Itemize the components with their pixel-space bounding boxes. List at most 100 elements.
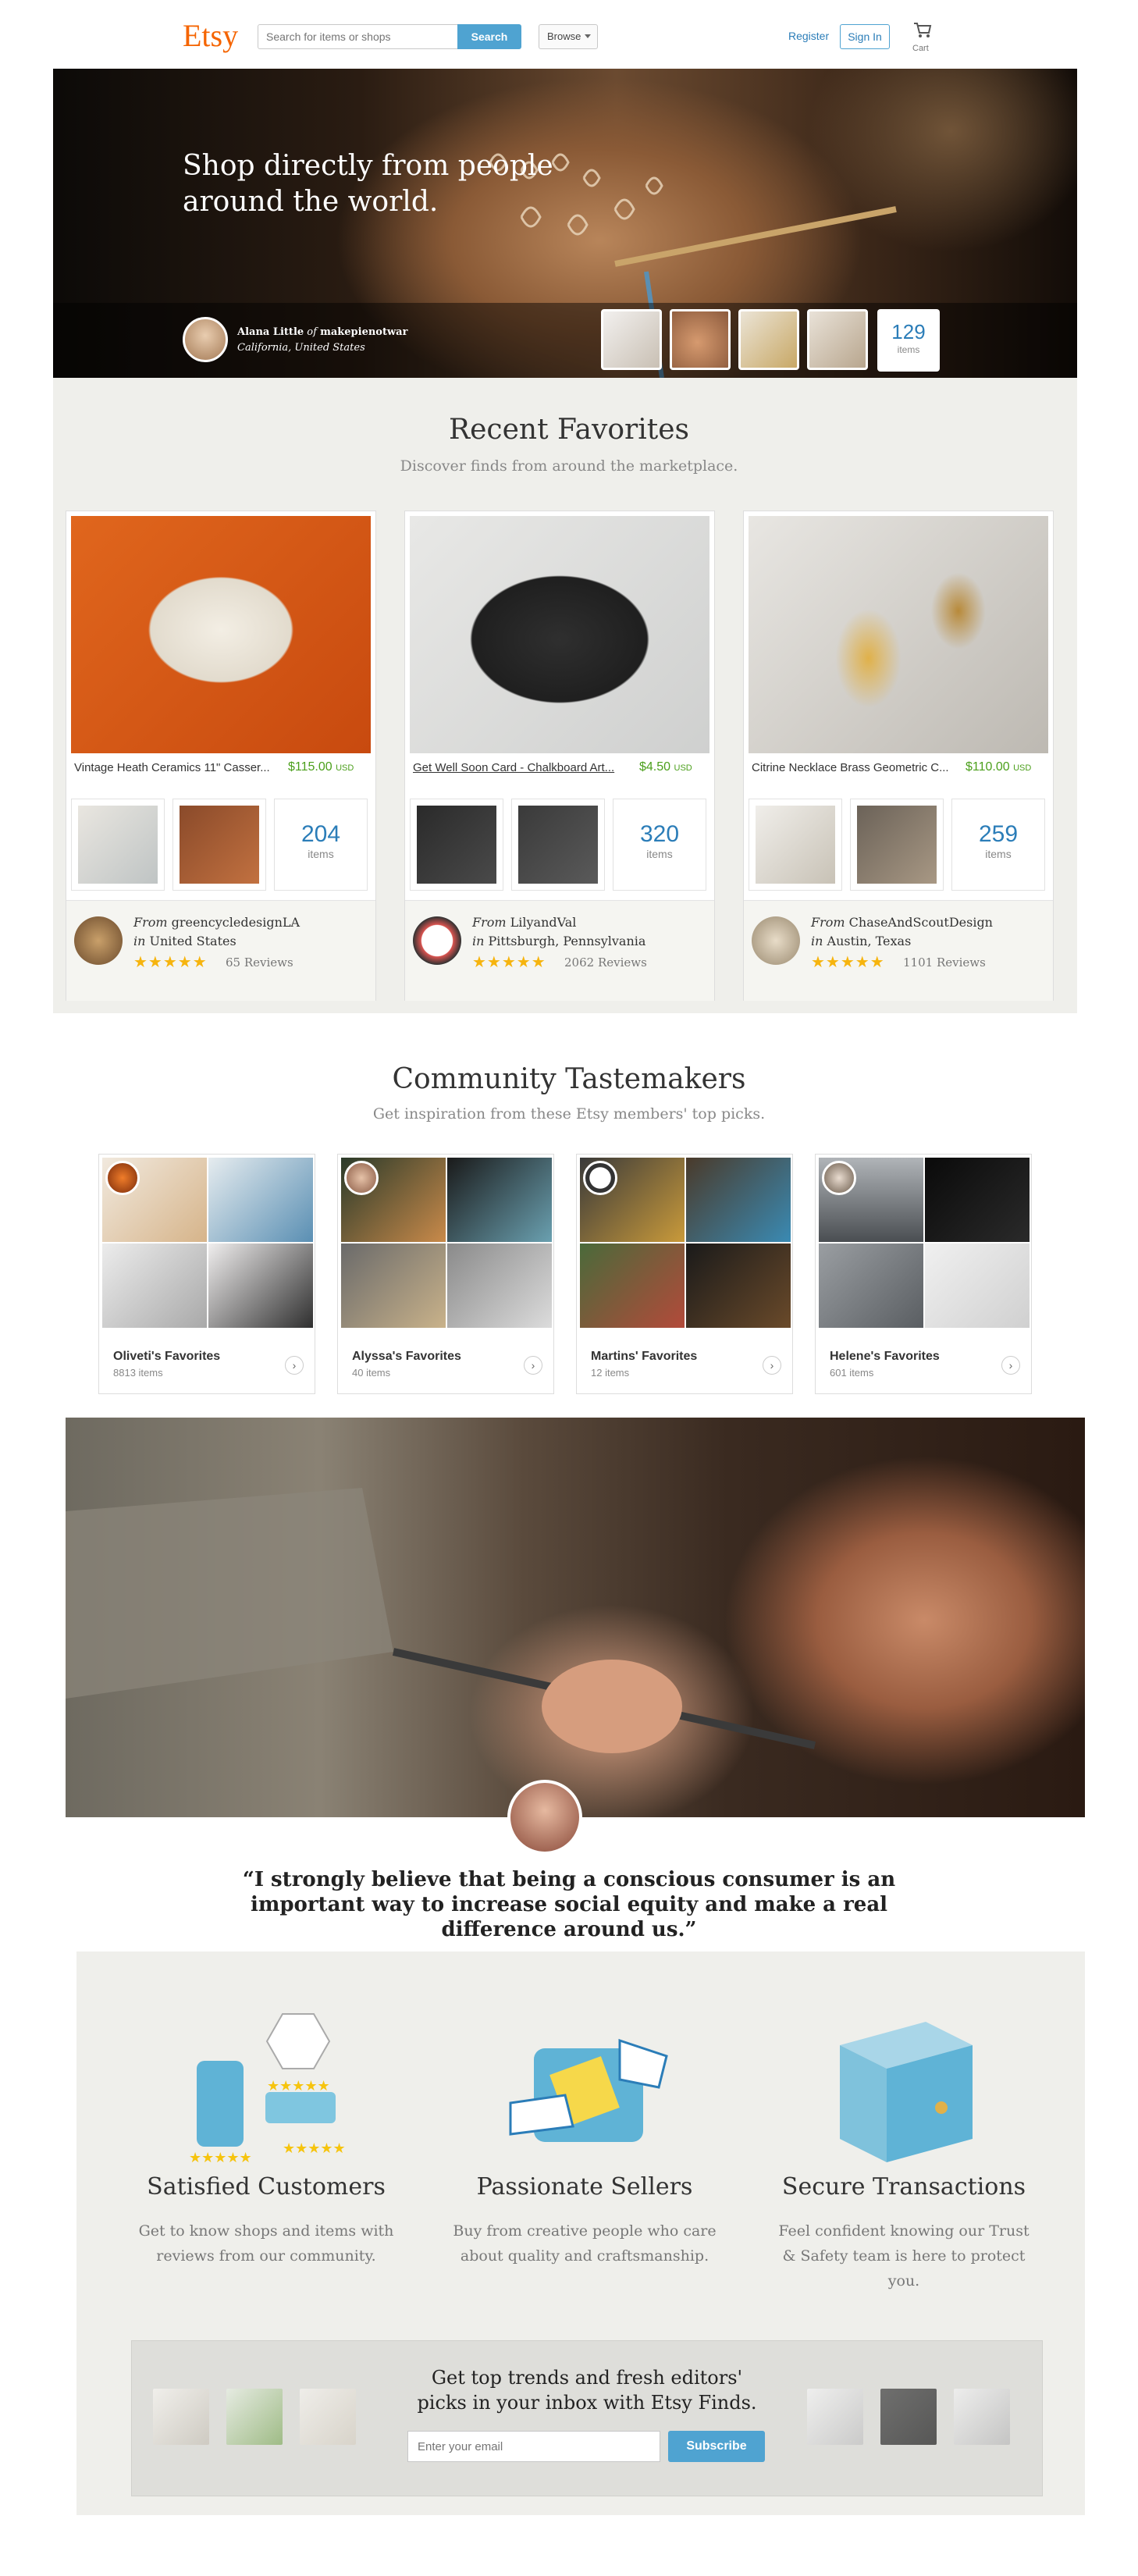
items-count-label: items [985,848,1012,860]
from-label: From [133,915,168,930]
price-value: $4.50 [639,760,671,774]
hero-item-thumb[interactable] [807,309,868,370]
tastemaker-avatar [583,1161,617,1195]
shop-item-thumb[interactable] [850,799,944,891]
shop-from: From LilyandVal [472,915,576,930]
sign-in-button[interactable]: Sign In [840,24,890,49]
svg-text:★★★★★: ★★★★★ [283,2140,346,2157]
seller-story-image [66,1418,1085,1817]
item-image[interactable] [71,516,371,753]
items-count-label: items [308,848,334,860]
value-prop-desc: Get to know shops and items with reviews… [138,2222,394,2265]
hero-seller-location: California, United States [237,342,365,354]
cart-icon[interactable] [913,22,932,39]
shop-item-thumb[interactable] [71,799,165,891]
item-title[interactable]: Citrine Necklace Brass Geometric C... [752,761,962,774]
chevron-right-icon[interactable]: › [524,1356,542,1375]
subscribe-button[interactable]: Subscribe [668,2431,765,2462]
reviews-count[interactable]: 1101 Reviews [903,955,986,970]
hero-items-count[interactable]: 129 items [877,309,940,372]
etsy-logo[interactable]: Etsy [183,17,238,54]
newsletter-title-text: Get top trends and fresh editors' picks … [417,2367,757,2414]
tastemaker-name: Alyssa's Favorites [352,1350,461,1363]
price-currency: USD [1013,763,1032,773]
items-count-number: 320 [639,821,680,847]
tastemaker-card[interactable]: Oliveti's Favorites 8813 items › [98,1154,315,1394]
shop-item-thumb[interactable] [511,799,605,891]
seller-shop-link[interactable]: makepienotwar [320,326,407,338]
shop-name-link[interactable]: ChaseAndScoutDesign [849,915,993,930]
shop-name-link[interactable]: greencycledesignLA [172,915,300,930]
favorite-card: Get Well Soon Card - Chalkboard Art... $… [404,511,715,1001]
from-label: From [811,915,845,930]
search-button[interactable]: Search [457,24,521,49]
search-input[interactable] [258,24,459,49]
hero-item-thumb[interactable] [738,309,799,370]
item-price: $115.00 USD [288,760,354,774]
shop-items-count[interactable]: 259 items [951,799,1045,891]
reviews-count[interactable]: 65 Reviews [226,955,293,970]
location-text: United States [149,934,236,948]
shop-avatar[interactable] [752,916,800,965]
location-text: Austin, Texas [827,934,912,948]
chevron-right-icon[interactable]: › [285,1356,304,1375]
shop-location: in Pittsburgh, Pennsylvania [472,934,645,948]
items-count-number: 204 [301,821,341,847]
shop-item-thumb[interactable] [749,799,842,891]
price-value: $115.00 [288,760,333,774]
shop-location: in Austin, Texas [811,934,911,948]
chevron-right-icon[interactable]: › [1001,1356,1020,1375]
shop-item-thumb[interactable] [172,799,266,891]
shop-name-link[interactable]: LilyandVal [510,915,577,930]
tastemaker-card[interactable]: Helene's Favorites 601 items › [815,1154,1032,1394]
seller-name[interactable]: Alana Little [237,326,304,338]
item-image[interactable] [410,516,709,753]
favorite-card: Citrine Necklace Brass Geometric C... $1… [743,511,1054,1001]
shop-items-count[interactable]: 204 items [274,799,368,891]
tastemaker-name: Martins' Favorites [591,1350,698,1363]
item-title[interactable]: Vintage Heath Ceramics 11" Casser... [74,761,285,774]
in-label: in [472,934,485,948]
value-prop-desc: Feel confident knowing our Trust & Safet… [778,2222,1030,2290]
item-price: $110.00 USD [966,760,1031,774]
shop-items-count[interactable]: 320 items [613,799,706,891]
shop-info: From LilyandVal in Pittsburgh, Pennsylva… [405,900,714,1001]
value-prop-desc: Buy from creative people who care about … [453,2222,717,2265]
shop-info: From ChaseAndScoutDesign in Austin, Texa… [744,900,1053,1001]
value-prop-title: Satisfied Customers [147,2173,386,2201]
reviews-count[interactable]: 2062 Reviews [564,955,647,970]
hero-item-thumb[interactable] [601,309,662,370]
price-currency: USD [674,763,692,773]
tastemaker-avatar [344,1161,379,1195]
recent-favorites-title: Recent Favorites [449,414,689,446]
location-text: Pittsburgh, Pennsylvania [488,934,646,948]
price-value: $110.00 [966,760,1010,774]
item-title[interactable]: Get Well Soon Card - Chalkboard Art... [413,761,624,774]
shop-avatar[interactable] [74,916,123,965]
tastemaker-card[interactable]: Alyssa's Favorites 40 items › [337,1154,554,1394]
svg-text:★★★★★: ★★★★★ [267,2078,330,2094]
tastemaker-card[interactable]: Martins' Favorites 12 items › [576,1154,793,1394]
seller-avatar[interactable] [183,317,228,362]
email-field[interactable] [407,2431,660,2462]
shop-from: From ChaseAndScoutDesign [811,915,993,930]
register-link[interactable]: Register [788,30,829,42]
shop-item-thumb[interactable] [410,799,503,891]
items-count-label: items [897,344,920,355]
price-currency: USD [336,763,354,773]
chevron-right-icon[interactable]: › [763,1356,781,1375]
story-avatar [507,1780,582,1855]
hero-item-thumb[interactable] [670,309,731,370]
tastemaker-count: 601 items [830,1367,874,1379]
recent-favorites-subtitle: Discover finds from around the marketpla… [400,457,738,475]
from-label: From [472,915,507,930]
hero-headline: Shop directly from people around the wor… [183,150,553,218]
star-icon: ★★★★★ [472,954,546,971]
hero-seller-name[interactable]: Alana Little of makepienotwar [237,326,407,338]
browse-dropdown[interactable]: Browse [539,24,598,49]
svg-text:★★★★★: ★★★★★ [189,2150,252,2162]
item-image[interactable] [749,516,1048,753]
cart-label[interactable]: Cart [912,44,929,53]
tastemakers-title: Community Tastemakers [392,1063,746,1095]
shop-avatar[interactable] [413,916,461,965]
